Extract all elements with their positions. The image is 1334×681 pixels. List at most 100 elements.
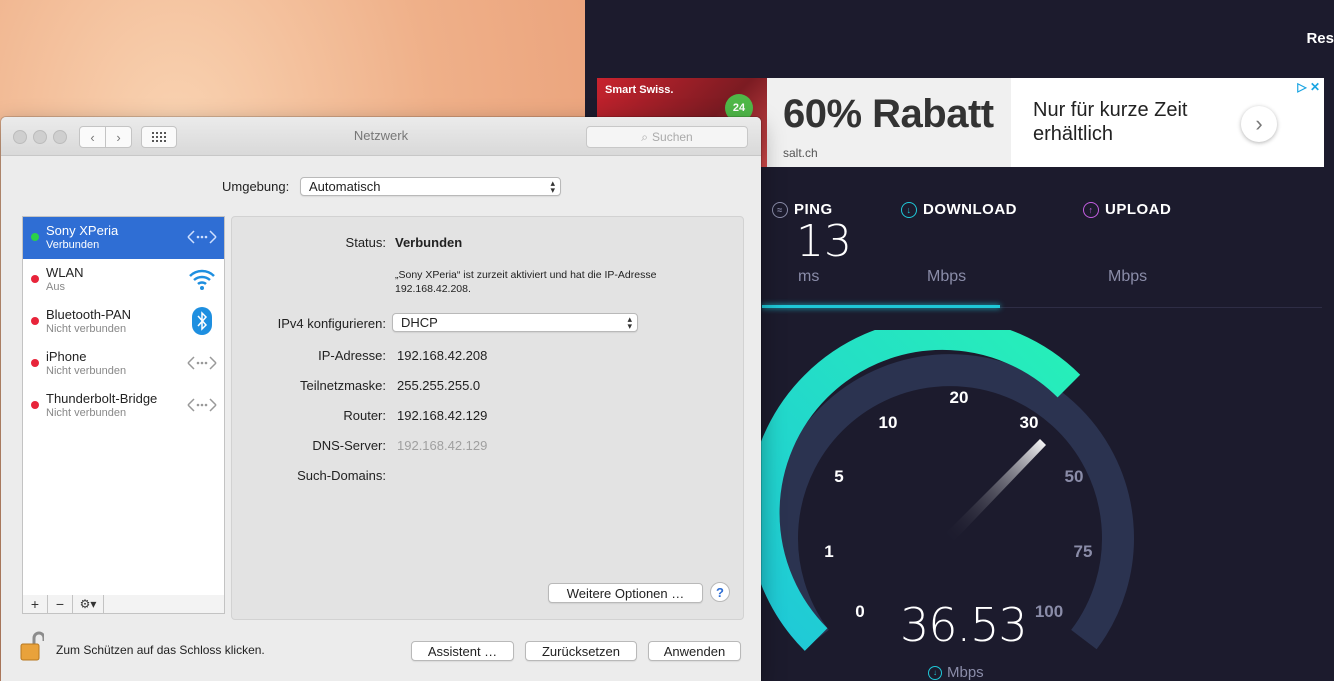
titlebar: ‹ › Netzwerk ⌕ Suchen [1, 117, 761, 156]
ad-text-panel: Nur für kurze Zeit erhältlich › ▷ ✕ [1011, 78, 1324, 167]
minus-icon: − [55, 596, 65, 612]
gauge-label-30: 30 [1020, 413, 1039, 432]
router-label: Router: [343, 408, 386, 423]
status-dot [31, 317, 39, 325]
wifi-icon [186, 265, 218, 293]
adchoices-icon[interactable]: ▷ ✕ [1297, 80, 1320, 94]
chevron-right-icon[interactable]: › [1241, 106, 1277, 142]
ethernet-icon [186, 391, 218, 419]
bluetooth-icon [186, 307, 218, 335]
download-unit: Mbps [927, 268, 967, 285]
gauge-label-20: 20 [950, 388, 969, 407]
ad-brand: Smart Swiss. [605, 84, 674, 96]
lock-hint: Zum Schützen auf das Schloss klicken. [56, 643, 265, 657]
router-value: 192.168.42.129 [397, 408, 488, 423]
ipv4-value: DHCP [401, 315, 438, 330]
updown-arrows-icon: ▴ ▾ [550, 178, 555, 195]
add-service-button[interactable]: + [23, 595, 48, 613]
remove-service-button[interactable]: − [48, 595, 73, 613]
more-options-button[interactable]: Weitere Optionen … [548, 583, 703, 603]
gauge-needle [946, 439, 1046, 541]
search-domains-label: Such-Domains: [297, 468, 386, 483]
updown-arrows-icon: ▴ ▾ [627, 314, 632, 331]
gauge-label-100: 100 [1035, 602, 1063, 621]
service-status: Nicht verbunden [46, 365, 127, 377]
apply-button[interactable]: Anwenden [648, 641, 741, 661]
ping-value: 13 [796, 216, 852, 267]
lock-icon[interactable] [20, 630, 44, 662]
status-note: „Sony XPeria“ ist zurzeit aktiviert und … [395, 269, 657, 295]
service-item-iphone[interactable]: iPhone Nicht verbunden [23, 343, 224, 385]
service-name: Sony XPeria [46, 223, 119, 238]
mask-value: 255.255.255.0 [397, 378, 481, 393]
ip-value: 192.168.42.208 [397, 348, 488, 363]
search-placeholder: Suchen [652, 130, 693, 144]
gauge-label-75: 75 [1074, 542, 1093, 561]
service-name: WLAN [46, 265, 84, 280]
help-button[interactable]: ? [710, 582, 730, 602]
dns-label: DNS-Server: [312, 438, 386, 453]
active-metric-indicator [762, 305, 1000, 308]
service-status: Nicht verbunden [46, 323, 127, 335]
location-value: Automatisch [309, 179, 381, 194]
download-label: DOWNLOAD [923, 201, 1017, 218]
status-dot [31, 233, 39, 241]
dns-value: 192.168.42.129 [397, 438, 488, 453]
current-speed-unit: ↓ Mbps [928, 664, 984, 681]
service-name: iPhone [46, 349, 87, 364]
upload-unit: Mbps [1108, 268, 1148, 285]
status-label: Status: [345, 235, 386, 250]
service-name: Thunderbolt-Bridge [46, 391, 158, 406]
status-dot [31, 359, 39, 367]
current-speed: 36.53 [900, 598, 1028, 652]
upload-label: UPLOAD [1105, 201, 1172, 218]
service-item-sony-xperia[interactable]: Sony XPeria Verbunden [23, 217, 224, 259]
search-field[interactable]: ⌕ Suchen [586, 126, 748, 148]
page-header-partial: Res [1306, 30, 1334, 47]
status-dot [31, 275, 39, 283]
ipv4-label: IPv4 konfigurieren: [277, 316, 386, 331]
service-item-bluetooth-pan[interactable]: Bluetooth-PAN Nicht verbunden [23, 301, 224, 343]
details-panel: Status: Verbunden „Sony XPeria“ ist zurz… [231, 216, 744, 620]
gear-icon: ⚙▾ [79, 597, 97, 611]
download-header: ↓ DOWNLOAD [901, 201, 1017, 218]
ping-unit: ms [798, 268, 820, 285]
download-icon: ↓ [928, 665, 942, 680]
location-popup[interactable]: Automatisch ▴ ▾ [300, 177, 561, 196]
upload-header: ↑ UPLOAD [1083, 201, 1171, 218]
gauge-label-0: 0 [855, 602, 864, 621]
ethernet-icon [186, 349, 218, 377]
network-preferences-window: ‹ › Netzwerk ⌕ Suchen Umgebung: Automati… [1, 117, 761, 681]
plus-icon: + [30, 596, 40, 612]
service-name: Bluetooth-PAN [46, 307, 132, 322]
gauge-label-5: 5 [834, 467, 843, 486]
assistant-button[interactable]: Assistent … [411, 641, 514, 661]
current-unit-label: Mbps [947, 664, 984, 681]
action-menu-button[interactable]: ⚙▾ [73, 595, 104, 613]
service-item-thunderbolt-bridge[interactable]: Thunderbolt-Bridge Nicht verbunden [23, 385, 224, 427]
gauge-label-10: 10 [879, 413, 898, 432]
ping-icon: ≈ [772, 201, 788, 218]
gauge-label-50: 50 [1065, 467, 1084, 486]
service-list[interactable]: Sony XPeria Verbunden WLAN Aus Bluetooth… [22, 216, 225, 596]
gauge-label-1: 1 [824, 542, 833, 561]
ipv4-popup[interactable]: DHCP ▴ ▾ [392, 313, 638, 332]
service-status: Aus [46, 281, 65, 293]
service-toolbar: + − ⚙▾ [22, 595, 225, 614]
mask-label: Teilnetzmaske: [300, 378, 386, 393]
ad-domain: salt.ch [783, 146, 818, 160]
service-status: Verbunden [46, 239, 100, 251]
status-value: Verbunden [395, 235, 463, 250]
revert-button[interactable]: Zurücksetzen [525, 641, 637, 661]
service-item-wlan[interactable]: WLAN Aus [23, 259, 224, 301]
search-icon: ⌕ [641, 129, 649, 144]
ethernet-icon [186, 223, 218, 251]
download-icon: ↓ [901, 201, 917, 218]
service-status: Nicht verbunden [46, 407, 127, 419]
ad-subline: Nur für kurze Zeit erhältlich [1033, 99, 1188, 145]
ip-label: IP-Adresse: [318, 348, 386, 363]
ad-headline: 60% Rabatt [783, 92, 994, 136]
location-label: Umgebung: [222, 179, 290, 194]
upload-icon: ↑ [1083, 201, 1099, 218]
status-dot [31, 401, 39, 409]
